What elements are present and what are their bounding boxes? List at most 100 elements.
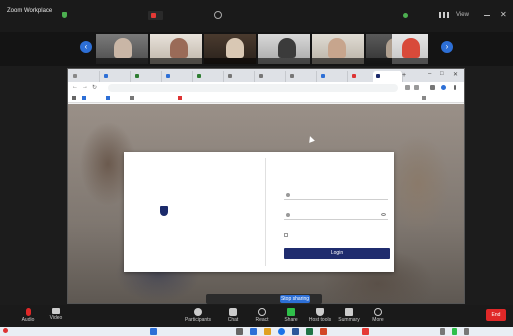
summary-icon — [345, 308, 353, 316]
stop-sharing-button[interactable]: Stop sharing — [280, 295, 310, 303]
checkbox-icon — [284, 232, 288, 237]
participant-name — [96, 58, 148, 64]
all-bookmarks[interactable] — [422, 95, 428, 101]
weather-widget[interactable] — [3, 328, 10, 334]
strip-next-button[interactable]: › — [441, 41, 453, 53]
tray-icon[interactable] — [440, 328, 445, 335]
share-button[interactable]: Share — [276, 306, 306, 323]
browser-tab[interactable] — [70, 71, 100, 82]
tab-favicon-icon — [376, 73, 380, 78]
react-button[interactable]: React — [247, 306, 277, 323]
browser-tab[interactable] — [256, 71, 286, 82]
browser-tab[interactable] — [318, 71, 348, 82]
recording-indicator[interactable] — [148, 11, 163, 20]
gallery-view-icon[interactable] — [439, 12, 451, 18]
minimize-icon[interactable] — [484, 15, 490, 16]
back-icon[interactable]: ← — [72, 84, 78, 90]
participants-button[interactable]: Participants — [183, 306, 213, 323]
chat-button[interactable]: Chat — [218, 306, 248, 323]
camera-icon — [52, 308, 60, 314]
tray-icon[interactable] — [464, 328, 469, 335]
info-icon[interactable] — [214, 11, 222, 19]
tab-favicon-icon — [135, 73, 139, 78]
host-tools-button[interactable]: Host tools — [305, 306, 335, 323]
username-field[interactable] — [284, 190, 388, 200]
reload-icon[interactable]: ↻ — [92, 84, 97, 91]
meeting-controls: Audio Video Participants Chat React Shar… — [0, 305, 513, 327]
download-icon[interactable] — [430, 85, 435, 90]
remember-me-checkbox[interactable] — [284, 232, 290, 238]
address-bar[interactable] — [108, 84, 398, 92]
bookmark-item[interactable] — [178, 95, 184, 101]
excel-icon[interactable] — [306, 328, 313, 335]
video-button[interactable]: Video — [41, 306, 71, 321]
tab-favicon-icon — [321, 73, 325, 78]
bookmark-item[interactable] — [130, 95, 136, 101]
browser-tab[interactable] — [287, 71, 317, 82]
app-icon[interactable] — [362, 328, 369, 335]
maximize-icon[interactable]: □ — [440, 71, 444, 77]
bookmark-item[interactable] — [106, 95, 112, 101]
mouse-cursor — [307, 135, 315, 143]
summary-button[interactable]: Summary — [334, 306, 364, 323]
browser-tab[interactable] — [163, 71, 193, 82]
participant-tile[interactable] — [312, 34, 364, 64]
menu-icon[interactable] — [454, 85, 456, 90]
end-meeting-button[interactable]: End — [486, 309, 506, 321]
audio-button[interactable]: Audio — [13, 306, 43, 323]
start-icon[interactable] — [150, 328, 157, 335]
shield-icon — [62, 12, 67, 18]
close-icon[interactable]: ✕ — [500, 10, 507, 19]
tray-icon[interactable] — [452, 328, 457, 335]
react-label: React — [255, 317, 269, 323]
bookmark-item[interactable] — [82, 95, 88, 101]
browser-tab[interactable] — [132, 71, 162, 82]
browser-tab-active[interactable] — [373, 71, 403, 82]
video-label: Video — [49, 315, 63, 321]
zoom-taskbar-icon[interactable] — [250, 328, 257, 335]
login-button[interactable]: Login — [284, 248, 390, 259]
chevron-left-icon: ‹ — [84, 42, 88, 51]
show-password-icon[interactable] — [381, 213, 386, 216]
browser-tab[interactable] — [101, 71, 131, 82]
weather-icon — [3, 328, 8, 334]
university-seal-icon — [160, 206, 168, 216]
minimize-icon[interactable]: – — [428, 71, 431, 77]
password-field[interactable] — [284, 210, 388, 220]
apps-icon[interactable] — [72, 95, 78, 101]
windows-taskbar — [0, 327, 513, 336]
react-icon — [258, 308, 266, 316]
participant-tile[interactable] — [150, 34, 202, 64]
chrome-icon[interactable] — [278, 328, 285, 335]
file-explorer-icon[interactable] — [264, 328, 271, 335]
participant-tile[interactable] — [96, 34, 148, 64]
forward-icon[interactable]: → — [82, 84, 88, 90]
strip-prev-button[interactable]: ‹ — [80, 41, 92, 53]
browser-tab[interactable] — [194, 71, 224, 82]
browser-tab[interactable] — [225, 71, 255, 82]
host-tools-label: Host tools — [308, 317, 332, 323]
profile-avatar[interactable] — [441, 85, 446, 90]
participant-tile[interactable] — [258, 34, 310, 64]
more-button[interactable]: More — [363, 306, 393, 323]
view-button[interactable]: View — [456, 12, 469, 18]
chat-icon — [229, 308, 237, 316]
chat-label: Chat — [227, 317, 239, 323]
participant-name — [312, 58, 364, 64]
tab-favicon-icon — [166, 73, 170, 78]
host-tools-icon — [316, 308, 324, 316]
new-tab-icon[interactable]: + — [402, 72, 406, 79]
security-indicator[interactable] — [62, 12, 84, 19]
close-icon[interactable]: ✕ — [453, 71, 458, 78]
participant-video — [278, 38, 296, 58]
tab-favicon-icon — [352, 73, 356, 78]
search-icon[interactable] — [236, 328, 243, 335]
participant-tile[interactable] — [392, 34, 428, 64]
participant-name — [258, 58, 310, 64]
extension-icon[interactable] — [405, 85, 410, 90]
more-icon — [374, 308, 382, 316]
participant-tile[interactable] — [204, 34, 256, 64]
bookmark-star-icon[interactable] — [414, 85, 419, 90]
word-icon[interactable] — [292, 328, 299, 335]
powerpoint-icon[interactable] — [320, 328, 327, 335]
